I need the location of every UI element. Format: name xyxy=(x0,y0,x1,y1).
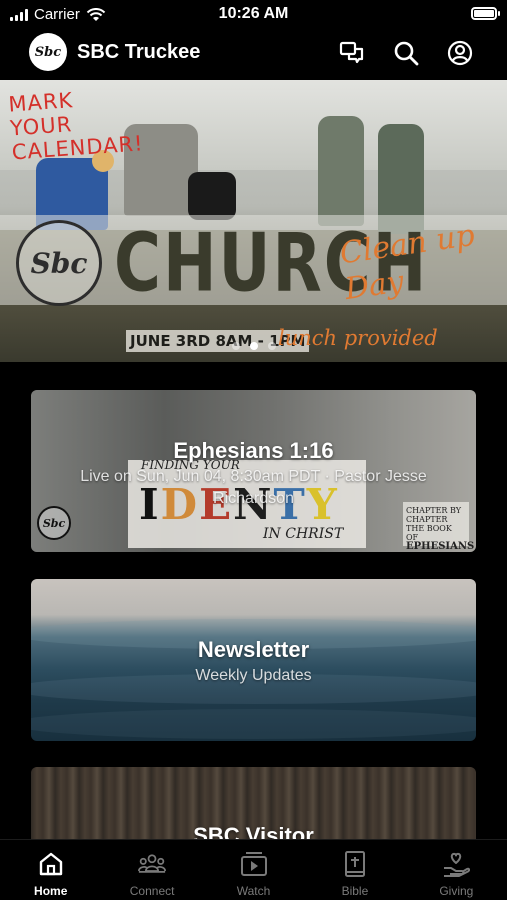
battery-icon xyxy=(471,7,500,20)
bible-icon xyxy=(341,850,369,878)
tab-label: Bible xyxy=(341,884,369,898)
hero-banner[interactable]: MARK YOUR CALENDAR! Sbc CHURCH Clean up … xyxy=(0,80,507,362)
tab-home[interactable]: Home xyxy=(0,840,101,900)
status-time: 10:26 AM xyxy=(218,5,289,22)
wave-decor xyxy=(31,709,476,739)
carousel-dot[interactable] xyxy=(231,342,240,350)
app-title: SBC Truckee xyxy=(77,41,201,63)
giving-icon xyxy=(442,850,471,878)
profile-icon[interactable] xyxy=(446,39,474,67)
sermon-card[interactable]: FINDING YOUR IDENTY IN CHRIST Sbc CHAPTE… xyxy=(31,390,476,552)
app-header: Sbc SBC Truckee xyxy=(0,30,507,78)
art-in-christ-text: IN CHRIST xyxy=(263,526,344,542)
ephesians-badge-title: EPHESIANS xyxy=(406,541,475,552)
sbc-seal-logo: Sbc xyxy=(16,220,102,306)
tab-bar: Home Connect Watch Bible Giving xyxy=(0,839,507,900)
newsletter-card[interactable]: Newsletter Weekly Updates xyxy=(31,579,476,741)
tab-label: Giving xyxy=(439,884,474,898)
tab-watch[interactable]: Watch xyxy=(203,840,304,900)
carousel-dot[interactable] xyxy=(267,342,276,350)
ephesians-badge-small: CHAPTER BY CHAPTER THE BOOK OF xyxy=(406,506,462,542)
trash-bag xyxy=(188,172,236,220)
tab-label: Connect xyxy=(129,884,175,898)
sbc-mini-logo: Sbc xyxy=(37,506,71,540)
tab-connect[interactable]: Connect xyxy=(101,840,202,900)
church-logo[interactable]: Sbc xyxy=(29,33,67,71)
newsletter-subtitle: Weekly Updates xyxy=(195,667,312,684)
tab-giving[interactable]: Giving xyxy=(406,840,507,900)
carousel-dot[interactable] xyxy=(249,342,258,350)
tab-label: Watch xyxy=(236,884,271,898)
status-bar: Carrier 10:26 AM xyxy=(0,0,507,30)
mark-calendar-text: MARK YOUR CALENDAR! xyxy=(7,88,145,165)
sermon-subtitle: Live on Sun, Jun 04, 8:30am PDT · Pastor… xyxy=(80,468,427,507)
sermon-title: Ephesians 1:16 xyxy=(173,438,334,463)
tab-label: Home xyxy=(34,884,68,898)
volunteer-figure xyxy=(318,116,364,226)
people-icon xyxy=(138,850,167,878)
tab-bible[interactable]: Bible xyxy=(304,840,405,900)
carousel-dots[interactable] xyxy=(0,342,507,350)
chat-icon[interactable] xyxy=(338,39,366,67)
play-icon xyxy=(240,850,268,878)
newsletter-title: Newsletter xyxy=(197,637,310,662)
home-icon xyxy=(37,850,65,878)
search-icon[interactable] xyxy=(392,39,420,67)
